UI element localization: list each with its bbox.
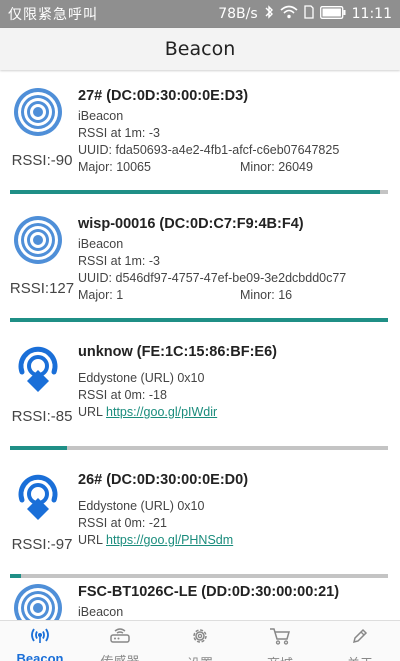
signal-bar-fill [10, 190, 381, 194]
beacon-details: 26# (DC:0D:30:00:0E:D0) Eddystone (URL) … [78, 472, 390, 549]
url-label: URL [78, 405, 107, 419]
signal-bar-fill [10, 318, 388, 322]
bluetooth-icon [264, 5, 274, 23]
signal-bar [10, 190, 388, 194]
tab-beacon[interactable]: Beacon [0, 621, 80, 661]
ibeacon-broadcast-icon [12, 214, 64, 266]
beacon-card[interactable]: RSSI:-85 unknow (FE:1C:15:86:BF:E6) Eddy… [6, 330, 394, 452]
tab-label: Beacon [16, 651, 64, 661]
eddystone-pin-icon [12, 342, 64, 394]
sim-icon [303, 5, 314, 23]
signal-bar [10, 446, 388, 450]
rssi-value: RSSI:127 [9, 280, 75, 297]
rssi-value: RSSI:-97 [11, 536, 73, 553]
url-label: URL [78, 533, 107, 547]
beacon-card[interactable]: RSSI:127 wisp-00016 (DC:0D:C7:F9:4B:F4) … [6, 202, 394, 324]
beacon-uuid: UUID: d546df97-4757-47ef-be09-3e2dcbdd0c… [78, 271, 347, 285]
tab-label: 商城 [267, 653, 293, 661]
beacon-card[interactable]: FSC-BT1026C-LE (DD:0D:30:00:00:21) iBeac… [6, 570, 394, 620]
beacon-details: FSC-BT1026C-LE (DD:0D:30:00:00:21) iBeac… [78, 584, 390, 620]
beacon-name: 27# (DC:0D:30:00:0E:D3) [78, 88, 249, 104]
beacon-type: iBeacon [78, 237, 124, 251]
beacon-major: Major: 1 [78, 288, 124, 302]
rssi-reference: RSSI at 1m: -3 [78, 126, 160, 140]
status-icons: 78B/s 11:11 [218, 5, 392, 23]
signal-bar-fill [10, 446, 67, 450]
beacon-url-link[interactable]: https://goo.gl/PHNSdm [106, 533, 233, 547]
signal-bar [10, 318, 388, 322]
gear-icon [191, 627, 209, 649]
clock: 11:11 [351, 6, 392, 22]
beacon-minor: Minor: 26049 [240, 160, 313, 174]
beacon-uuid: UUID: fda50693-a4e2-4fb1-afcf-c6eb076478… [78, 143, 340, 157]
beacon-type: iBeacon [78, 605, 124, 619]
beacon-major: Major: 10065 [78, 160, 151, 174]
tab-about[interactable]: 关于 [320, 621, 400, 661]
status-bar: 仅限紧急呼叫 78B/s 11:11 [0, 0, 400, 28]
tab-mall[interactable]: 商城 [240, 621, 320, 661]
ibeacon-broadcast-icon [12, 582, 64, 620]
beacon-card[interactable]: RSSI:-90 27# (DC:0D:30:00:0E:D3) iBeacon… [6, 74, 394, 196]
tab-settings[interactable]: 设置 [160, 621, 240, 661]
wifi-icon [280, 5, 298, 23]
beacon-list[interactable]: RSSI:-90 27# (DC:0D:30:00:0E:D3) iBeacon… [0, 74, 400, 620]
beacon-url-link[interactable]: https://goo.gl/pIWdir [106, 405, 217, 419]
beacon-url-row: URL https://goo.gl/PHNSdm [78, 532, 390, 549]
network-speed: 78B/s [218, 6, 258, 22]
beacon-antenna-icon [29, 627, 51, 647]
rssi-reference: RSSI at 0m: -21 [78, 516, 167, 530]
rssi-reference: RSSI at 1m: -3 [78, 254, 160, 268]
eddystone-pin-icon [12, 470, 64, 522]
beacon-details: wisp-00016 (DC:0D:C7:F9:4B:F4) iBeacon R… [78, 216, 390, 304]
beacon-details: unknow (FE:1C:15:86:BF:E6) Eddystone (UR… [78, 344, 390, 421]
beacon-name: unknow (FE:1C:15:86:BF:E6) [78, 344, 277, 360]
bottom-tab-bar: Beacon 传感器 设置 [0, 620, 400, 661]
beacon-name: FSC-BT1026C-LE (DD:0D:30:00:00:21) [78, 584, 340, 600]
beacon-type: Eddystone (URL) 0x10 [78, 499, 205, 513]
router-icon [109, 627, 131, 647]
tab-label: 关于 [347, 653, 373, 661]
tab-label: 传感器 [100, 651, 139, 661]
beacon-minor: Minor: 16 [240, 288, 293, 302]
battery-icon [319, 5, 346, 23]
beacon-details: 27# (DC:0D:30:00:0E:D3) iBeacon RSSI at … [78, 88, 390, 176]
pen-icon [351, 627, 369, 649]
cart-icon [269, 627, 291, 649]
beacon-url-row: URL https://goo.gl/pIWdir [78, 404, 390, 421]
carrier-text: 仅限紧急呼叫 [8, 7, 98, 23]
beacon-type: iBeacon [78, 109, 124, 123]
tab-label: 设置 [187, 653, 213, 661]
rssi-reference: RSSI at 0m: -18 [78, 388, 167, 402]
app-bar: Beacon [0, 28, 400, 70]
beacon-card[interactable]: RSSI:-97 26# (DC:0D:30:00:0E:D0) Eddysto… [6, 458, 394, 580]
page-title: Beacon [164, 38, 236, 60]
ibeacon-broadcast-icon [12, 86, 64, 138]
tab-sensor[interactable]: 传感器 [80, 621, 160, 661]
rssi-value: RSSI:-85 [11, 408, 73, 425]
beacon-type: Eddystone (URL) 0x10 [78, 371, 205, 385]
beacon-name: 26# (DC:0D:30:00:0E:D0) [78, 472, 249, 488]
rssi-value: RSSI:-90 [11, 152, 73, 169]
beacon-name: wisp-00016 (DC:0D:C7:F9:4B:F4) [78, 216, 304, 232]
